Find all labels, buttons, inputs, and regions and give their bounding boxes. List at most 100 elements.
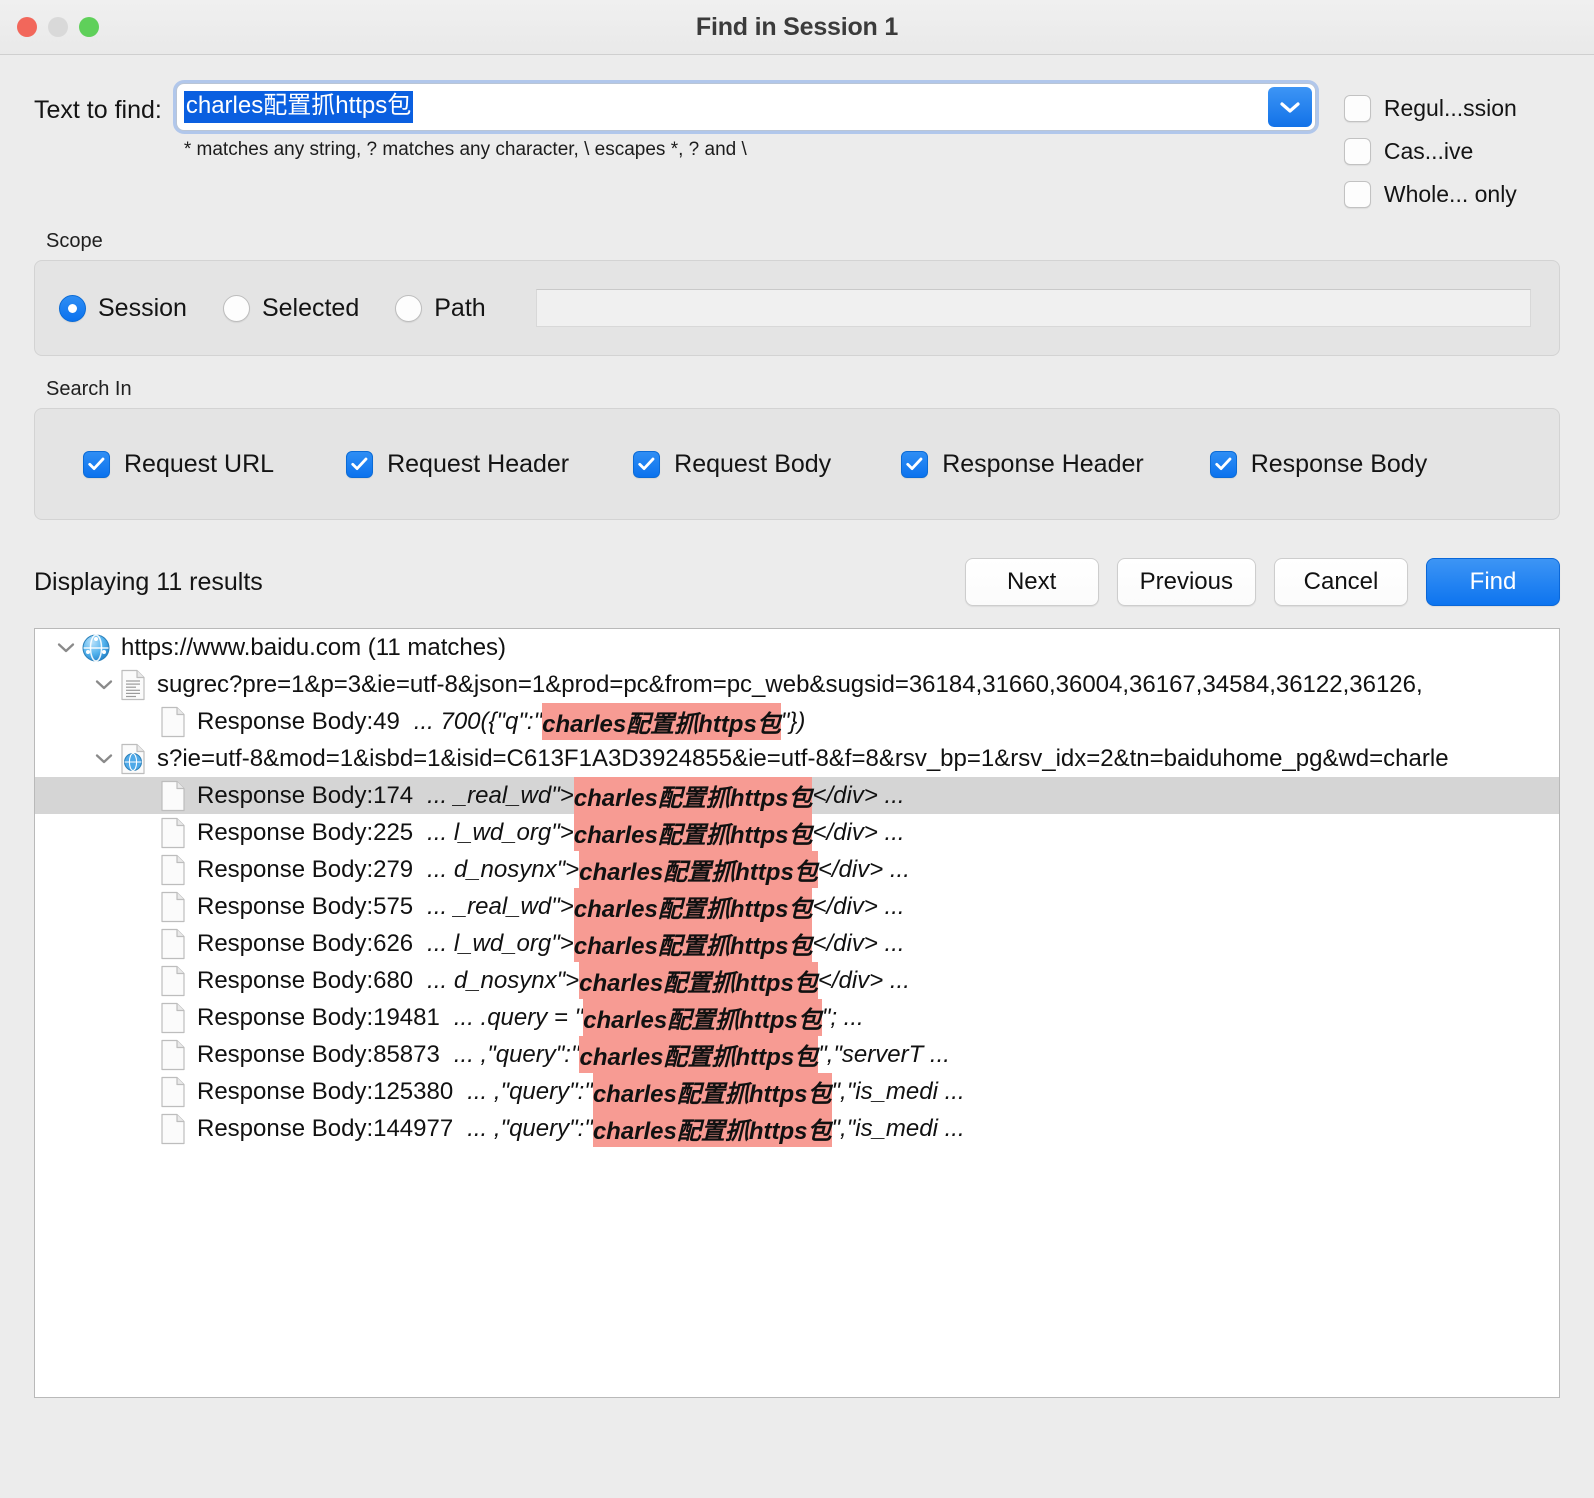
document-icon <box>159 1113 187 1145</box>
minimize-window-button[interactable] <box>48 17 68 37</box>
tree-row-match[interactable]: Response Body:19481 ... .query = " charles… <box>35 999 1559 1036</box>
response-body-checkbox[interactable] <box>1209 450 1237 478</box>
match-prefix: ... _real_wd"> <box>427 892 574 920</box>
search-in-response-header[interactable]: Response Header <box>901 450 1144 479</box>
find-button[interactable]: Find <box>1426 558 1560 606</box>
match-prefix: ... _real_wd"> <box>427 781 574 809</box>
find-row: Text to find: charles配置抓https包 * matches… <box>34 55 1560 208</box>
match-highlight: charles配置抓https包 <box>583 999 822 1036</box>
scope-path-input[interactable] <box>535 289 1531 327</box>
regular-expression-checkbox[interactable] <box>1343 95 1371 122</box>
document-lines-icon <box>119 669 147 701</box>
maximize-window-button[interactable] <box>79 17 99 37</box>
tree-row-match[interactable]: Response Body:49 ... 700({"q":" charles配置抓… <box>35 703 1559 740</box>
window-titlebar: Find in Session 1 <box>0 0 1594 55</box>
match-prefix: ... l_wd_org"> <box>427 929 574 957</box>
match-suffix: </div> ... <box>812 892 905 920</box>
match-highlight: charles配置抓https包 <box>592 1073 832 1110</box>
search-in-request-header[interactable]: Request Header <box>346 450 569 479</box>
window-title: Find in Session 1 <box>695 12 899 41</box>
option-case-sensitive[interactable]: Cas...ive <box>1343 138 1554 165</box>
chevron-down-icon[interactable] <box>1267 87 1312 127</box>
document-icon <box>159 780 187 812</box>
match-highlight: charles配置抓https包 <box>573 925 813 962</box>
option-whole-words-only[interactable]: Whole... only <box>1343 181 1554 208</box>
close-window-button[interactable] <box>17 17 37 37</box>
tree-row-match[interactable]: Response Body:125380 ... ,"query":" charle… <box>35 1073 1559 1110</box>
option-label: Regul...ssion <box>1383 95 1517 121</box>
response-header-checkbox[interactable] <box>901 450 929 478</box>
match-suffix: </div> ... <box>817 855 910 883</box>
tree-row-match[interactable]: Response Body:174 ... _real_wd"> charles配置… <box>35 777 1559 814</box>
match-suffix: ","is_medi ... <box>831 1077 965 1105</box>
tree-row-request[interactable]: s?ie=utf-8&mod=1&isbd=1&isid=C613F1A3D39… <box>35 740 1559 777</box>
tree-row-match[interactable]: Response Body:225 ... l_wd_org"> charles配置… <box>35 814 1559 851</box>
cancel-button[interactable]: Cancel <box>1274 558 1408 606</box>
find-combobox[interactable]: charles配置抓https包 <box>175 83 1316 131</box>
match-prefix: ... l_wd_org"> <box>427 818 574 846</box>
tree-row-host[interactable]: https://www.baidu.com (11 matches) <box>35 629 1559 666</box>
match-location: Response Body:125380 <box>197 1077 454 1105</box>
session-radio[interactable] <box>59 294 86 322</box>
search-in-label: Response Header <box>942 449 1144 478</box>
match-suffix: </div> ... <box>812 818 905 846</box>
match-suffix: </div> ... <box>817 966 910 994</box>
match-location: Response Body:575 <box>197 892 414 920</box>
match-suffix: ","is_medi ... <box>831 1114 965 1142</box>
search-in-group: Search In Request URL Request Header Req… <box>34 378 1560 520</box>
tree-row-match[interactable]: Response Body:626 ... l_wd_org"> charles配置… <box>35 925 1559 962</box>
match-highlight: charles配置抓https包 <box>592 1110 832 1147</box>
match-location: Response Body:19481 <box>197 1003 440 1031</box>
previous-button[interactable]: Previous <box>1116 558 1256 606</box>
tree-row-match[interactable]: Response Body:144977 ... ,"query":" charle… <box>35 1110 1559 1147</box>
tree-host-label: https://www.baidu.com (11 matches) <box>121 633 507 661</box>
request-url-checkbox[interactable] <box>83 450 110 478</box>
whole-words-only-checkbox[interactable] <box>1343 181 1371 208</box>
scope-radio-session[interactable]: Session <box>59 294 187 323</box>
chevron-down-icon[interactable] <box>89 752 119 765</box>
find-input[interactable]: charles配置抓https包 <box>177 84 1268 130</box>
search-in-response-body[interactable]: Response Body <box>1209 450 1427 479</box>
tree-row-request[interactable]: sugrec?pre=1&p=3&ie=utf-8&json=1&prod=pc… <box>35 666 1559 703</box>
find-field-wrapper: charles配置抓https包 * matches any string, ?… <box>175 83 1316 161</box>
search-in-group-title: Search In <box>46 378 132 400</box>
case-sensitive-checkbox[interactable] <box>1343 138 1371 165</box>
tree-row-match[interactable]: Response Body:575 ... _real_wd"> charles配置… <box>35 888 1559 925</box>
chevron-down-icon[interactable] <box>89 678 119 691</box>
find-label: Text to find: <box>34 96 162 124</box>
tree-row-match[interactable]: Response Body:85873 ... ,"query":" charles… <box>35 1036 1559 1073</box>
match-suffix: "}) <box>780 707 806 735</box>
match-highlight: charles配置抓https包 <box>573 777 813 814</box>
find-hint: * matches any string, ? matches any char… <box>183 139 747 160</box>
tree-request-label: sugrec?pre=1&p=3&ie=utf-8&json=1&prod=pc… <box>157 670 1423 698</box>
chevron-down-icon[interactable] <box>51 641 81 654</box>
document-icon <box>159 817 187 849</box>
results-tree[interactable]: https://www.baidu.com (11 matches) sugrec… <box>34 628 1560 1398</box>
match-prefix: ... 700({"q":" <box>413 707 543 735</box>
scope-radio-label: Session <box>98 293 187 322</box>
tree-row-match[interactable]: Response Body:279 ... d_nosynx"> charles配置… <box>35 851 1559 888</box>
selected-radio[interactable] <box>222 294 250 322</box>
scope-radio-selected[interactable]: Selected <box>222 294 359 323</box>
document-icon <box>159 1076 187 1108</box>
match-highlight: charles配置抓https包 <box>579 851 818 888</box>
next-button[interactable]: Next <box>964 558 1099 606</box>
scope-radio-path[interactable]: Path <box>395 294 486 323</box>
find-input-value: charles配置抓https包 <box>183 91 414 123</box>
match-prefix: ... .query = " <box>453 1003 584 1031</box>
search-in-request-url[interactable]: Request URL <box>83 450 274 479</box>
path-radio[interactable] <box>395 294 423 322</box>
request-header-checkbox[interactable] <box>346 450 374 478</box>
request-body-checkbox[interactable] <box>633 450 661 478</box>
tree-row-match[interactable]: Response Body:680 ... d_nosynx"> charles配置… <box>35 962 1559 999</box>
option-label: Whole... only <box>1383 181 1517 207</box>
match-suffix: "; ... <box>821 1003 864 1031</box>
option-regular-expression[interactable]: Regul...ssion <box>1343 95 1554 122</box>
results-bar: Displaying 11 results Next Previous Canc… <box>34 558 1560 606</box>
match-suffix: </div> ... <box>812 781 905 809</box>
search-in-label: Request URL <box>124 449 275 478</box>
scope-group-title: Scope <box>46 230 103 252</box>
match-prefix: ... d_nosynx"> <box>427 966 580 994</box>
search-in-request-body[interactable]: Request Body <box>633 450 831 479</box>
window-controls <box>17 17 99 37</box>
